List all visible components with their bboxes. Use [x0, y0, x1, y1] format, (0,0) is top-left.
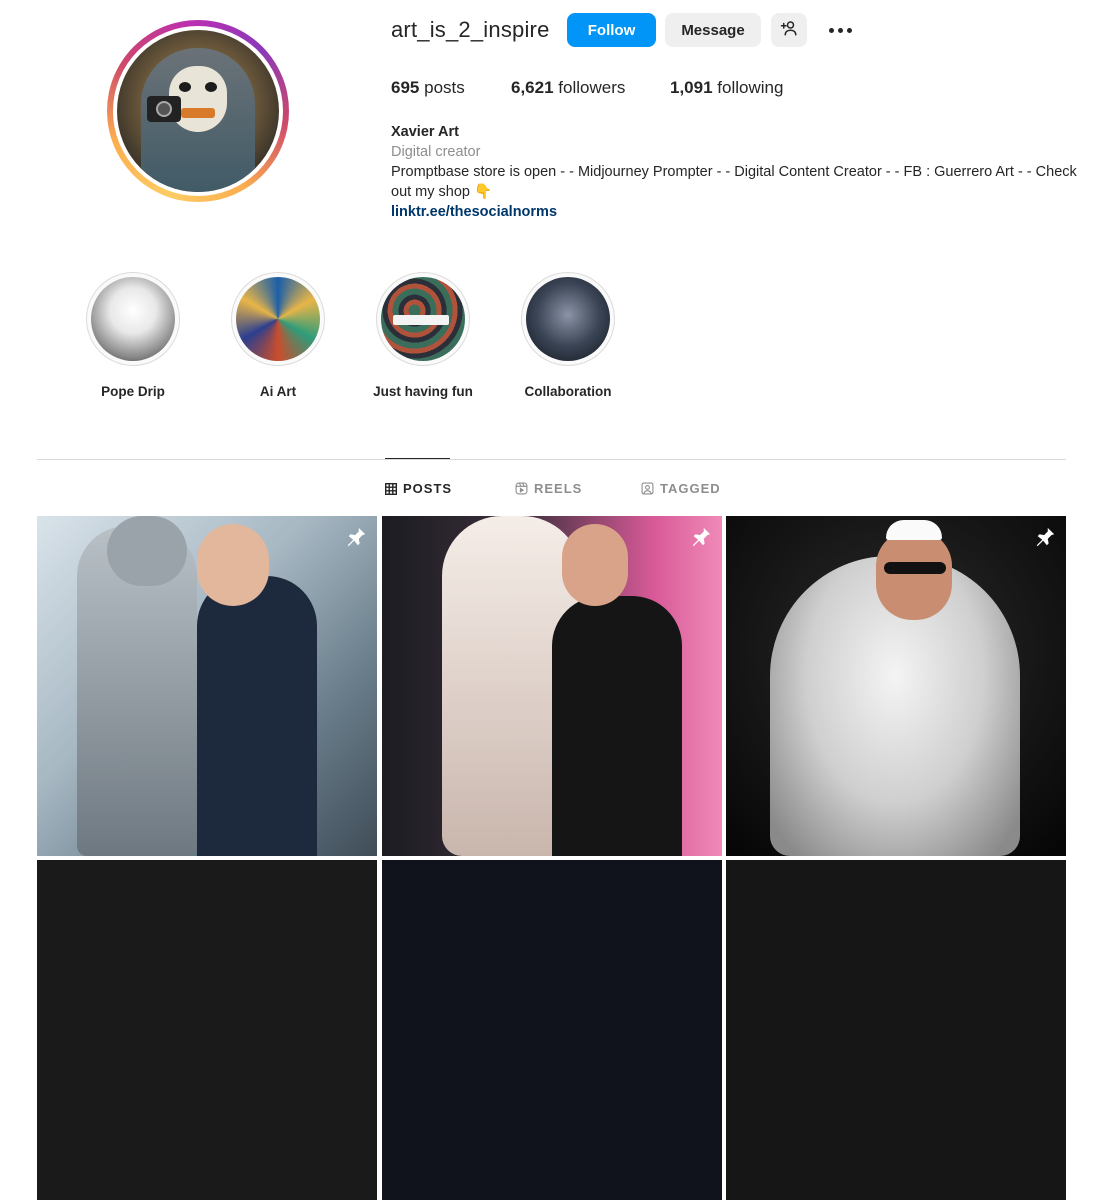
highlight-cover [91, 277, 175, 361]
highlight-ring [86, 272, 180, 366]
tagged-icon [641, 482, 654, 495]
highlight-pope-drip[interactable]: Pope Drip [73, 272, 193, 399]
post-thumbnail[interactable] [726, 516, 1066, 856]
highlight-ring [376, 272, 470, 366]
post-thumbnail[interactable] [37, 860, 377, 1200]
highlight-just-having-fun[interactable]: Just having fun [363, 272, 483, 399]
following-count-value: 1,091 [670, 78, 713, 97]
follow-button[interactable]: Follow [567, 13, 656, 47]
post-sunglasses [884, 562, 946, 574]
posts-count-value: 695 [391, 78, 420, 97]
pinned-icon [1036, 527, 1055, 547]
profile-bio: Xavier Art Digital creator Promptbase st… [391, 122, 1081, 222]
tab-reels[interactable]: REELS [515, 481, 582, 496]
post-thumbnail[interactable] [382, 516, 722, 856]
avatar-mask-eye [179, 82, 191, 92]
more-options-icon [828, 27, 852, 33]
posts-count: 695 posts [391, 78, 465, 98]
followers-count[interactable]: 6,621 followers [511, 78, 625, 98]
active-tab-indicator [385, 458, 450, 459]
tab-posts-label: POSTS [403, 481, 453, 496]
posts-count-label: posts [424, 78, 465, 97]
following-count[interactable]: 1,091 following [670, 78, 783, 98]
tabs-divider [37, 459, 1066, 460]
highlight-cover [526, 277, 610, 361]
tab-reels-label: REELS [534, 481, 583, 496]
avatar-mask-eye [205, 82, 217, 92]
highlight-label: Pope Drip [101, 384, 165, 399]
post-person-figure [197, 576, 317, 856]
post-cap [886, 520, 942, 540]
profile-avatar[interactable] [107, 20, 289, 202]
highlight-label: Ai Art [259, 384, 297, 399]
bio-category: Digital creator [391, 144, 481, 160]
post-thumbnail[interactable] [382, 860, 722, 1200]
post-thumbnail[interactable] [37, 516, 377, 856]
grid-icon [385, 482, 397, 495]
avatar-image [117, 30, 279, 192]
highlight-cover [236, 277, 320, 361]
tab-tagged-label: TAGGED [660, 481, 721, 496]
followers-count-label: followers [558, 78, 626, 97]
reels-icon [515, 482, 528, 495]
post-person-face [197, 524, 269, 606]
avatar-camera [147, 96, 181, 122]
following-count-label: following [717, 78, 784, 97]
more-options-button[interactable] [820, 13, 860, 47]
post-person-face [876, 530, 952, 620]
followers-count-value: 6,621 [511, 78, 554, 97]
highlight-ai-art[interactable]: Ai Art [218, 272, 338, 399]
bio-link[interactable]: linktr.ee/thesocialnorms [391, 202, 1081, 222]
post-thumbnail[interactable] [726, 860, 1066, 1200]
suggested-accounts-button[interactable] [771, 13, 807, 47]
message-button[interactable]: Message [665, 13, 761, 47]
pinned-icon [692, 527, 711, 547]
post-person-figure [552, 596, 682, 856]
post-person-face [562, 524, 628, 606]
highlight-cover [381, 277, 465, 361]
bio-text: Promptbase store is open - - Midjourney … [391, 164, 1077, 200]
highlight-label: Just having fun [373, 384, 473, 399]
tab-tagged[interactable]: TAGGED [641, 481, 721, 496]
highlight-collaboration[interactable]: Collaboration [508, 272, 628, 399]
post-robot-head [107, 516, 187, 586]
pinned-icon [347, 527, 366, 547]
tab-posts[interactable]: POSTS [385, 481, 452, 496]
avatar-mask-mouth [181, 108, 215, 118]
highlight-label: Collaboration [524, 384, 612, 399]
add-user-icon [780, 19, 798, 41]
highlight-cover-card [393, 315, 449, 325]
highlight-ring [521, 272, 615, 366]
highlight-ring [231, 272, 325, 366]
profile-username: art_is_2_inspire [391, 17, 550, 42]
bio-name: Xavier Art [391, 124, 459, 140]
